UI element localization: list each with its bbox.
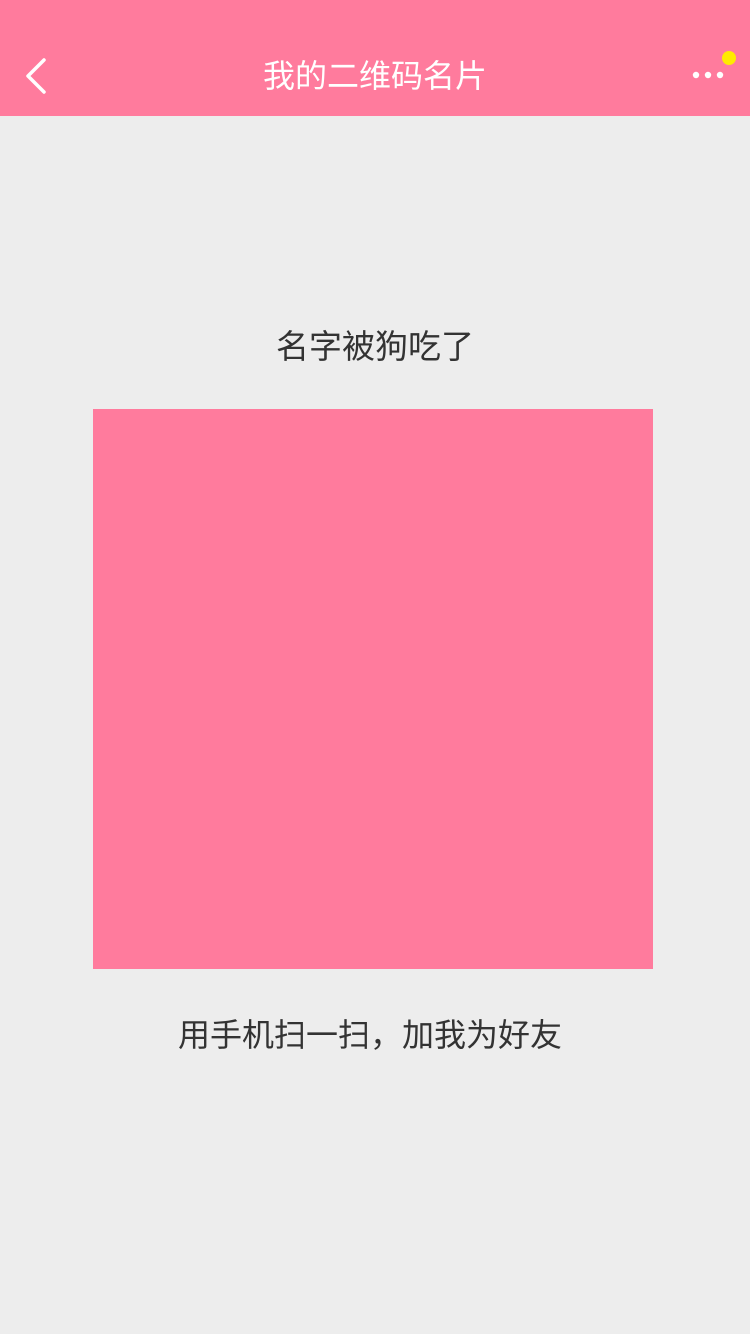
chevron-left-icon — [26, 58, 46, 94]
page-title: 我的二维码名片 — [262, 57, 487, 95]
scan-hint-text: 用手机扫一扫，加我为好友 — [177, 1016, 562, 1054]
qr-code-image[interactable] — [93, 409, 653, 969]
more-horizontal-icon — [692, 71, 724, 79]
navigation-bar: 我的二维码名片 — [0, 0, 750, 116]
back-button[interactable] — [14, 50, 62, 102]
user-name: 名字被狗吃了 — [276, 327, 474, 366]
notification-dot — [722, 51, 736, 65]
